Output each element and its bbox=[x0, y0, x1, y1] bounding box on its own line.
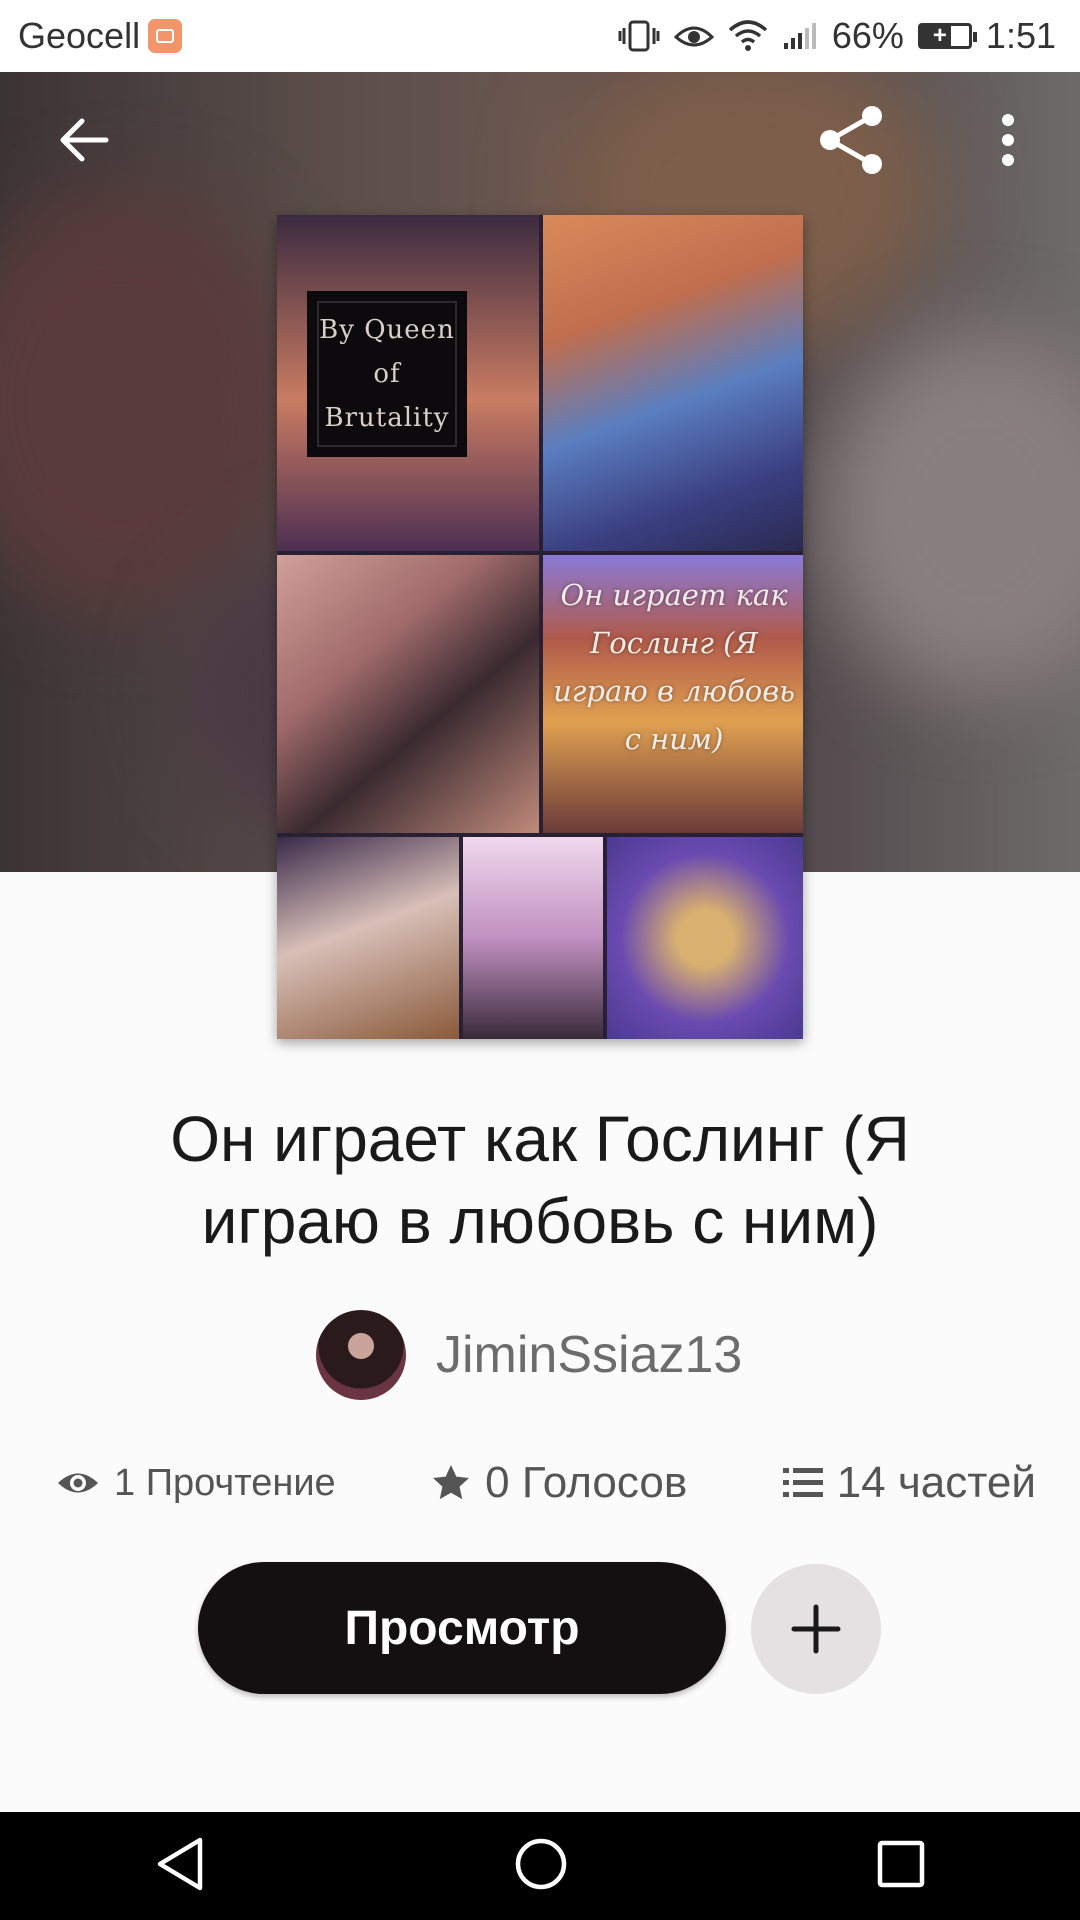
cover-author-label: By Queen of Brutality bbox=[307, 291, 467, 457]
read-button[interactable]: Просмотр bbox=[198, 1562, 726, 1694]
battery-percent: 66% bbox=[831, 15, 904, 56]
battery-icon: + bbox=[917, 22, 977, 49]
cover-title-script: Он играет как Гослинг (Я играю в любовь … bbox=[553, 578, 795, 756]
backdrop-blob bbox=[820, 332, 1080, 692]
status-bar-left: Geocell bbox=[18, 15, 183, 57]
cover-tile bbox=[543, 215, 803, 551]
nav-home-icon bbox=[515, 1838, 567, 1889]
arrow-left-icon bbox=[60, 118, 109, 162]
clock: 1:51 bbox=[985, 15, 1056, 56]
system-nav-bar bbox=[0, 1812, 1080, 1920]
more-vertical-icon bbox=[1002, 114, 1014, 166]
more-options-button[interactable] bbox=[968, 100, 1048, 180]
cover-tile bbox=[607, 837, 803, 1039]
votes-count: 0 Голосов bbox=[485, 1458, 688, 1507]
author-name[interactable]: JiminSsiaz13 bbox=[436, 1325, 742, 1385]
parts-stat: 14 частей bbox=[782, 1458, 1036, 1508]
wifi-icon bbox=[728, 20, 768, 52]
avatar[interactable] bbox=[316, 1310, 406, 1400]
reads-count: 1 Прочтение bbox=[114, 1461, 336, 1504]
share-button[interactable] bbox=[812, 100, 892, 180]
nav-back-icon bbox=[157, 1837, 202, 1890]
parts-count: 14 частей bbox=[836, 1458, 1036, 1507]
cover-tile bbox=[277, 837, 459, 1039]
star-icon bbox=[433, 1465, 470, 1500]
nav-back-button[interactable] bbox=[154, 1836, 206, 1897]
story-cover[interactable]: By Queen of Brutality Он играет как Госли… bbox=[277, 215, 803, 1039]
back-button[interactable] bbox=[44, 100, 124, 180]
cover-tile bbox=[463, 837, 603, 1039]
cover-tile bbox=[277, 555, 539, 833]
eye-icon bbox=[58, 1473, 98, 1493]
status-bar-right: 66% + 1:51 bbox=[618, 15, 1056, 57]
nav-recents-icon bbox=[878, 1840, 925, 1887]
carrier-name: Geocell bbox=[18, 15, 141, 56]
cover-label-line1: By Queen of bbox=[319, 315, 455, 389]
status-bar: Geocell 66% + 1:51 bbox=[0, 0, 1080, 72]
eye-comfort-icon bbox=[673, 21, 714, 51]
author-link[interactable]: JiminSsiaz13 bbox=[316, 1310, 742, 1400]
signal-icon bbox=[782, 21, 818, 51]
story-title: Он играет как Гослинг (Я играю в любовь … bbox=[170, 1103, 910, 1257]
story-stats: 1 Прочтение 0 Голосов 14 частей bbox=[56, 1458, 1036, 1508]
add-to-library-button[interactable] bbox=[751, 1564, 881, 1694]
reads-stat: 1 Прочтение bbox=[56, 1462, 336, 1505]
vibrate-icon bbox=[618, 19, 660, 53]
plus-icon bbox=[791, 1604, 841, 1654]
share-icon bbox=[820, 106, 882, 174]
nav-home-button[interactable] bbox=[513, 1836, 569, 1897]
cover-label-line2: Brutality bbox=[324, 403, 450, 433]
notification-icon bbox=[148, 19, 183, 53]
backdrop-blob bbox=[0, 192, 300, 612]
list-icon bbox=[782, 1468, 823, 1497]
votes-stat: 0 Голосов bbox=[431, 1458, 687, 1508]
nav-recents-button[interactable] bbox=[876, 1839, 926, 1894]
